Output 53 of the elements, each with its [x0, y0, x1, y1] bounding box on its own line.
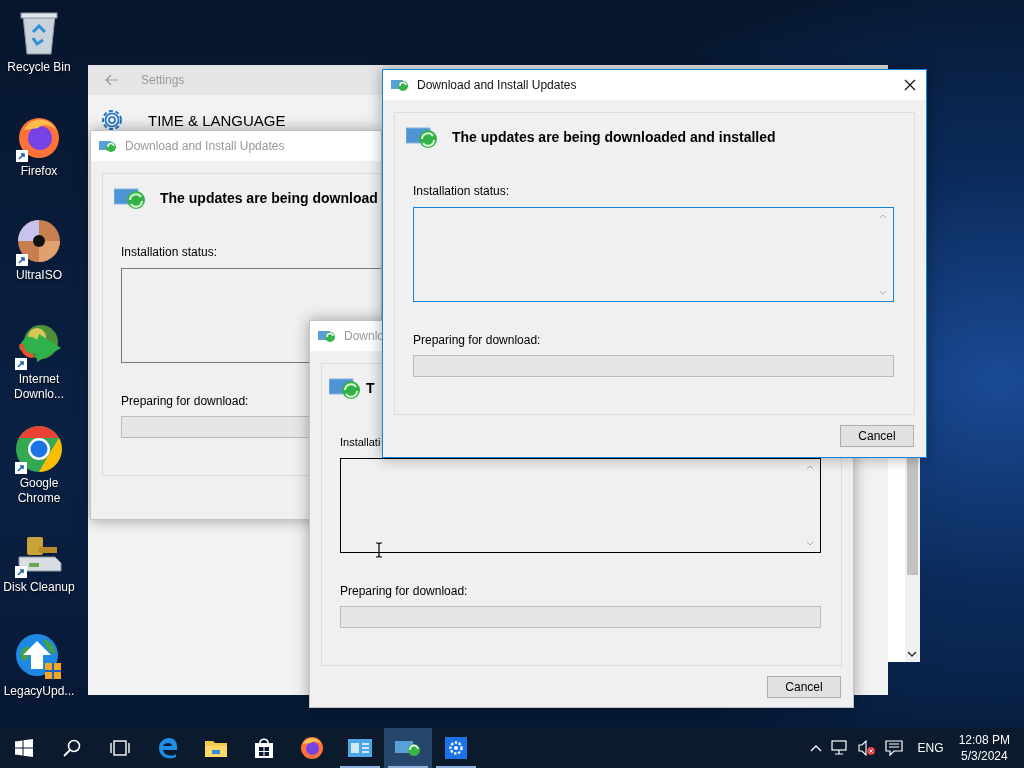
text-cursor-icon: [375, 542, 383, 558]
field-label: Installation status:: [121, 245, 219, 259]
update-icon: [406, 125, 440, 149]
recycle-bin-icon[interactable]: [19, 10, 59, 56]
desktop-icon-label[interactable]: Recycle Bin: [1, 60, 77, 75]
update-icon: [99, 139, 117, 153]
field-label: Installati: [340, 435, 382, 449]
task-view-icon[interactable]: [109, 739, 131, 757]
folder-icon[interactable]: [204, 738, 228, 758]
window-title: Download and Install Updates: [417, 78, 577, 92]
edge-browser-icon[interactable]: [157, 737, 179, 759]
cancel-button[interactable]: Cancel: [840, 425, 914, 447]
windows-logo-icon[interactable]: [15, 739, 33, 757]
clock-date[interactable]: 5/3/2024: [960, 748, 1008, 764]
field-label: Preparing for download:: [413, 333, 542, 347]
chrome-icon[interactable]: [15, 425, 63, 473]
chevron-down-icon[interactable]: [907, 651, 917, 658]
update-icon: [391, 78, 409, 92]
desktop-icon-label[interactable]: Disk Cleanup: [1, 580, 77, 595]
window-title: Downlo: [344, 329, 385, 343]
update-icon[interactable]: [395, 739, 421, 757]
language-indicator[interactable]: ENG: [917, 741, 944, 755]
close-icon[interactable]: [904, 79, 916, 91]
settings-icon[interactable]: [445, 737, 467, 759]
shopping-bag-icon[interactable]: [253, 737, 275, 759]
field-label: Installation status:: [413, 184, 511, 198]
globe-update-icon[interactable]: [15, 633, 63, 681]
disc-icon[interactable]: [16, 218, 62, 264]
update-icon: [318, 329, 336, 343]
network-icon[interactable]: [830, 740, 849, 756]
clock-time[interactable]: 12:08 PM: [958, 732, 1010, 748]
desktop-icon-label[interactable]: Firefox: [1, 164, 77, 179]
update-icon: [329, 376, 363, 400]
firefox-icon[interactable]: [300, 736, 324, 760]
dialog-heading: The updates are being downloaded and installed: [452, 129, 776, 145]
field-label: Preparing for download:: [121, 394, 250, 408]
desktop-icon-label[interactable]: LegacyUpd...: [1, 684, 77, 699]
desktop-icon-label[interactable]: Internet Downlo...: [1, 372, 77, 402]
volume-muted-icon[interactable]: [857, 740, 876, 756]
field-label: Preparing for download:: [340, 584, 469, 598]
update-icon: [114, 186, 148, 210]
settings-icon: [99, 107, 125, 133]
page-heading: TIME & LANGUAGE: [148, 111, 286, 129]
dialog-heading: The updates are being download: [160, 190, 378, 206]
dialog-heading: T: [366, 380, 375, 396]
desktop-icon-label[interactable]: UltraISO: [1, 268, 77, 283]
search-icon[interactable]: [63, 739, 81, 757]
notification-icon[interactable]: [884, 740, 903, 756]
window-title: Download and Install Updates: [125, 139, 285, 153]
chevron-up-icon[interactable]: [809, 744, 822, 752]
taskbar-updates-button[interactable]: [384, 728, 432, 768]
window-title: Settings: [141, 73, 185, 87]
desktop-icon-label[interactable]: Google Chrome: [1, 476, 77, 506]
